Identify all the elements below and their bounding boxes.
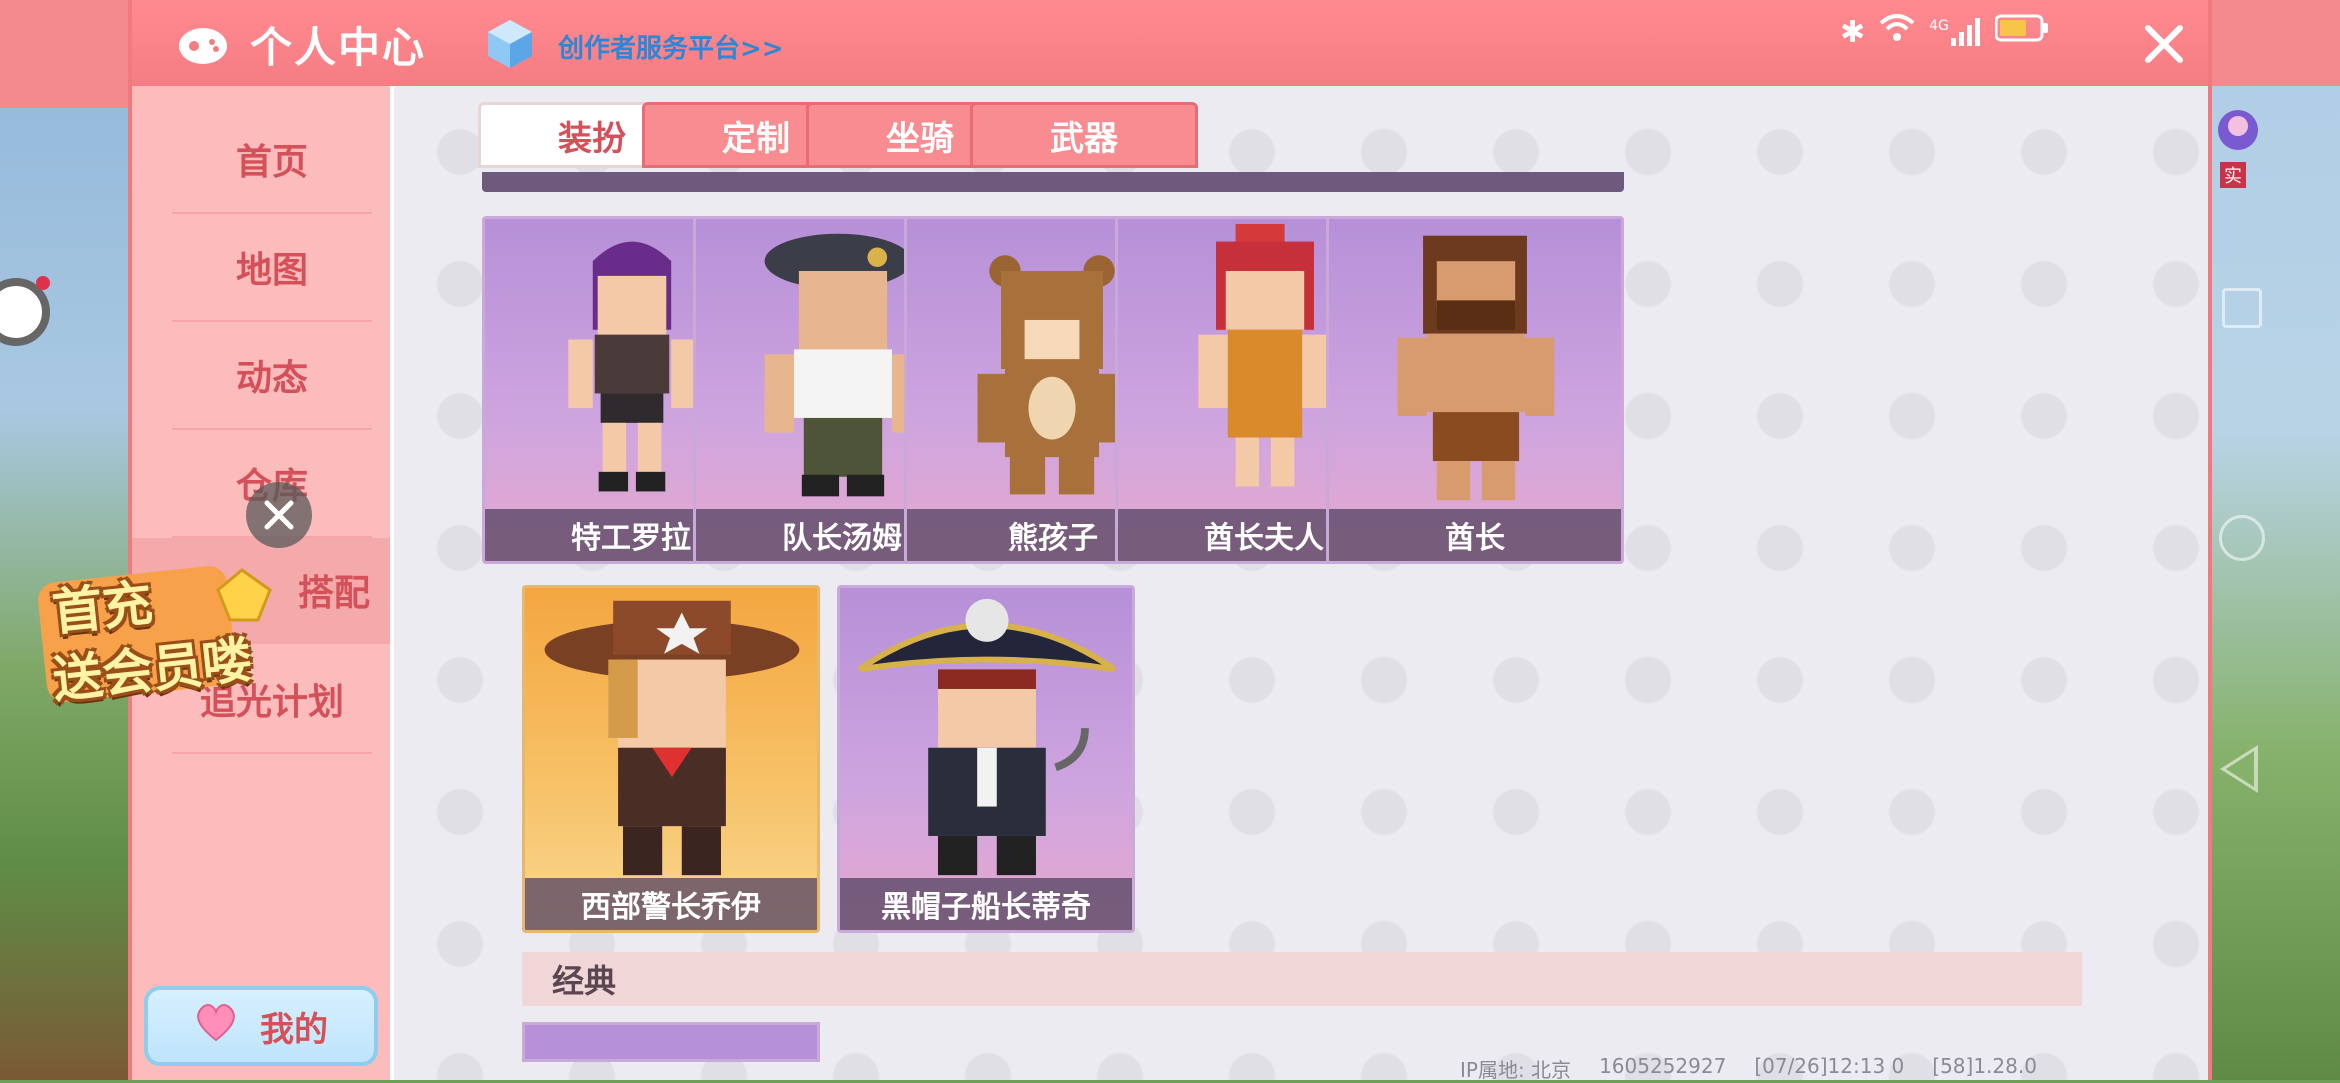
event-badge-label: 实	[2220, 162, 2246, 188]
game-controller-icon	[176, 18, 230, 70]
first-recharge-promo[interactable]: 首充 送会员喽	[22, 560, 282, 710]
my-button[interactable]: 我的	[144, 986, 378, 1066]
ip-location: IP属地: 北京	[1460, 1058, 1572, 1082]
sidebar-item-home[interactable]: 首页	[172, 106, 372, 214]
footer-info: IP属地: 北京 1605252927 [07/26]12:13 0 [58]1…	[1460, 1054, 2037, 1083]
notification-dot	[36, 276, 50, 290]
skin-card[interactable]: 酋长	[1326, 216, 1624, 564]
signal-icon: 4G	[1929, 18, 1981, 46]
cube-icon	[486, 18, 534, 70]
status-bar: ✱ 4G	[1840, 12, 2049, 52]
personal-center-panel: 个人中心 创作者服务平台>> ✱ 4G 首页 地图 动态 仓库 搭配 追光计	[128, 0, 2212, 1080]
skin-card[interactable]: 西部警长乔伊	[522, 585, 820, 933]
close-icon	[264, 500, 294, 530]
home-icon[interactable]	[2219, 515, 2265, 561]
game-topbar-right	[2212, 0, 2340, 86]
sidebar-item-map[interactable]: 地图	[172, 214, 372, 322]
version: [58]1.28.0	[1932, 1054, 2037, 1078]
classic-skin-card[interactable]	[522, 1022, 820, 1062]
page-title: 个人中心	[250, 23, 427, 72]
user-id: 1605252927	[1599, 1054, 1727, 1078]
bluetooth-icon: ✱	[1840, 14, 1866, 50]
tab-weapon[interactable]: 武器	[970, 102, 1198, 168]
character-blackhat-captain-teach-image	[857, 598, 1117, 876]
skin-name: 酋长	[1329, 509, 1621, 561]
section-header-classic: 经典	[522, 952, 2082, 1006]
character-sheriff-joey-image	[544, 600, 800, 876]
network-type-label: 4G	[1929, 18, 1949, 34]
skin-card[interactable]: 黑帽子船长蒂奇	[837, 585, 1135, 933]
wifi-icon	[1879, 13, 1915, 51]
creator-platform-link[interactable]: 创作者服务平台>>	[558, 28, 784, 65]
skin-name: 西部警长乔伊	[525, 878, 817, 930]
close-icon	[2145, 25, 2183, 63]
battery-icon	[1994, 13, 2049, 51]
skin-name: 黑帽子船长蒂奇	[840, 878, 1132, 930]
sidebar-item-feed[interactable]: 动态	[172, 322, 372, 430]
recents-icon[interactable]	[2222, 288, 2262, 328]
character-chief-image	[1397, 235, 1555, 501]
promo-close-button[interactable]	[246, 482, 312, 548]
close-button[interactable]	[2134, 14, 2194, 74]
heart-icon	[194, 1002, 238, 1051]
header-bar: 个人中心 创作者服务平台>> ✱ 4G	[132, 0, 2208, 86]
back-icon[interactable]	[2220, 745, 2258, 793]
my-button-label: 我的	[260, 1009, 328, 1050]
timestamp: [07/26]12:13 0	[1754, 1054, 1905, 1078]
game-topbar-left	[0, 0, 128, 108]
previous-row-card[interactable]	[1326, 172, 1624, 192]
